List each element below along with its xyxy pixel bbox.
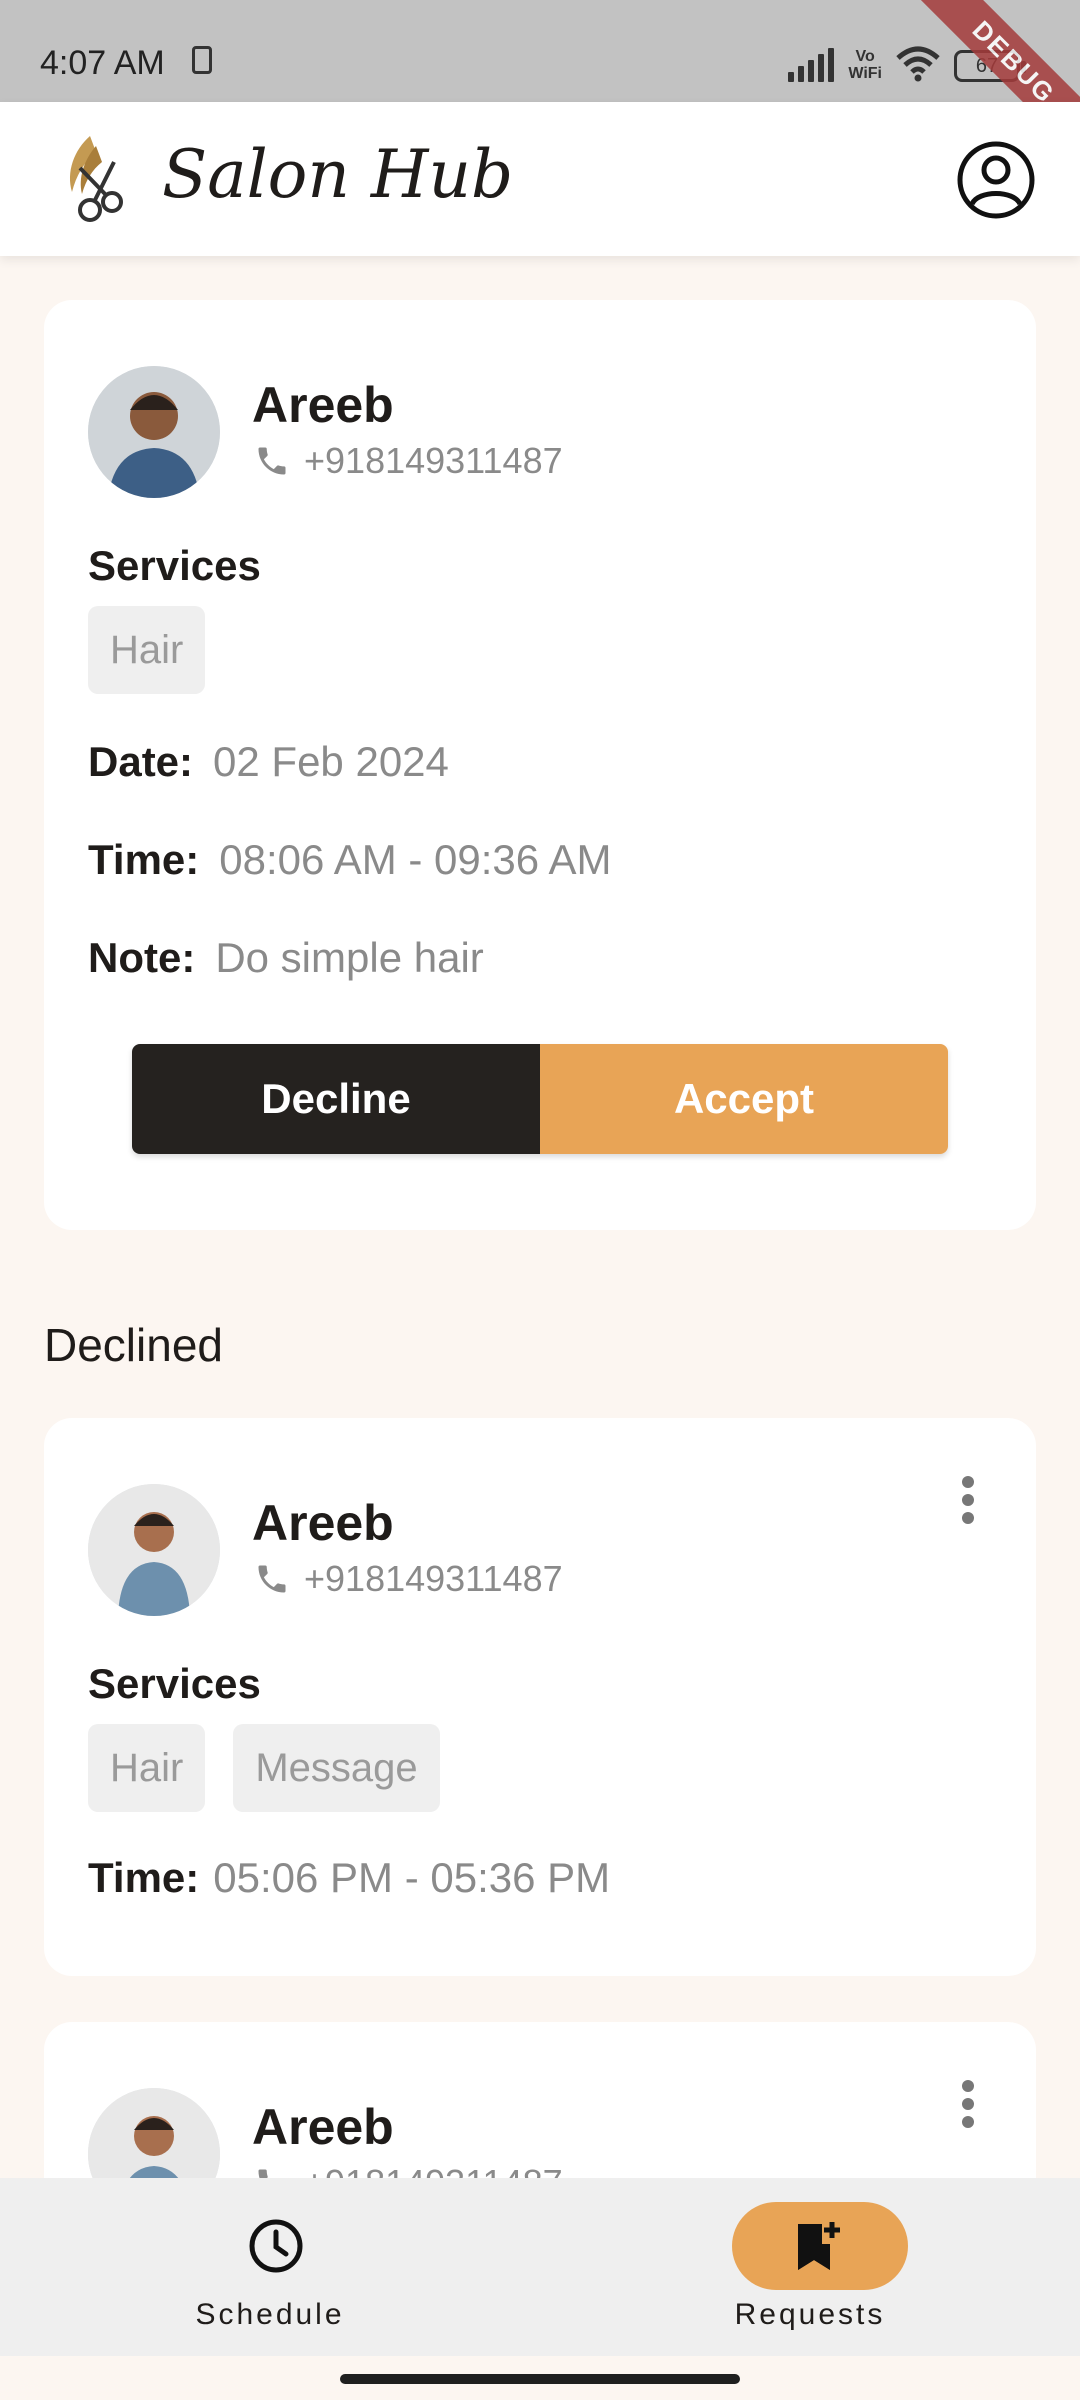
date-row: Date: 02 Feb 2024 — [88, 738, 449, 786]
phone-row: +918149311487 — [254, 440, 563, 482]
client-name: Areeb — [252, 2099, 394, 2155]
status-time: 4:07 AM — [40, 44, 165, 82]
sim-icon — [192, 46, 212, 74]
avatar-image — [88, 366, 220, 498]
wifi-icon — [896, 46, 940, 82]
app-title: Salon Hub — [162, 136, 514, 213]
account-circle-icon[interactable] — [956, 140, 1036, 220]
declined-heading: Declined — [44, 1319, 223, 1371]
time-row: Time: 05:06 PM - 05:36 PM — [88, 1854, 610, 1902]
service-chips: Hair — [88, 606, 206, 694]
accept-button[interactable]: Accept — [540, 1044, 948, 1154]
status-bar: 4:07 AM Vo WiFi 67 DEBUG — [0, 0, 1080, 170]
client-name: Areeb — [252, 1495, 394, 1551]
nav-item-schedule[interactable]: Schedule — [120, 2178, 420, 2356]
pending-request-card: Areeb +918149311487 Services Hair Date: … — [44, 300, 1036, 1230]
avatar — [88, 1484, 220, 1616]
nav-label-requests: Requests — [734, 2298, 886, 2331]
nav-label-schedule: Schedule — [195, 2298, 345, 2331]
clock-icon — [249, 2219, 303, 2273]
declined-request-card: Areeb +918149311487 Services Hair Messag… — [44, 1418, 1036, 1976]
home-indicator — [340, 2374, 740, 2384]
note-row: Note: Do simple hair — [88, 934, 484, 982]
note-label: Note: — [88, 934, 196, 981]
bookmark-add-icon — [798, 2222, 840, 2270]
nav-item-requests[interactable]: Requests — [660, 2178, 960, 2356]
note-value: Do simple hair — [215, 934, 484, 981]
client-phone[interactable]: +918149311487 — [304, 440, 563, 482]
avatar-image — [88, 1484, 220, 1616]
signal-icon — [788, 48, 835, 82]
time-value: 05:06 PM - 05:36 PM — [213, 1854, 611, 1901]
service-chip: Hair — [88, 1724, 206, 1812]
vowifi-label-top: Vo — [855, 48, 875, 65]
scissors-logo-icon — [70, 136, 123, 222]
phone-icon — [258, 1565, 286, 1593]
phone-row: +918149311487 — [254, 1558, 563, 1600]
date-label: Date: — [88, 738, 194, 785]
service-chip: Hair — [88, 606, 206, 694]
bottom-navigation: Schedule Requests — [0, 2178, 1080, 2356]
time-row: Time: 08:06 AM - 09:36 AM — [88, 836, 612, 884]
avatar — [88, 366, 220, 498]
app-bar: Salon Hub — [0, 102, 1080, 256]
time-label: Time: — [88, 836, 200, 883]
decline-button[interactable]: Decline — [132, 1044, 540, 1154]
more-vert-icon[interactable] — [948, 1470, 988, 1530]
services-label: Services — [88, 542, 261, 589]
action-buttons: Decline Accept — [132, 1044, 948, 1154]
phone-icon — [258, 447, 286, 475]
vowifi-icon: Vo WiFi — [848, 48, 882, 82]
client-phone[interactable]: +918149311487 — [304, 1558, 563, 1600]
time-value: 08:06 AM - 09:36 AM — [219, 836, 612, 883]
services-label: Services — [88, 1660, 261, 1707]
service-chips: Hair Message — [88, 1724, 440, 1812]
time-label: Time: — [88, 1854, 200, 1901]
vowifi-label-bottom: WiFi — [848, 65, 882, 82]
service-chip: Message — [233, 1724, 440, 1812]
client-name: Areeb — [252, 377, 394, 433]
date-value: 02 Feb 2024 — [213, 738, 449, 785]
more-vert-icon[interactable] — [948, 2074, 988, 2134]
